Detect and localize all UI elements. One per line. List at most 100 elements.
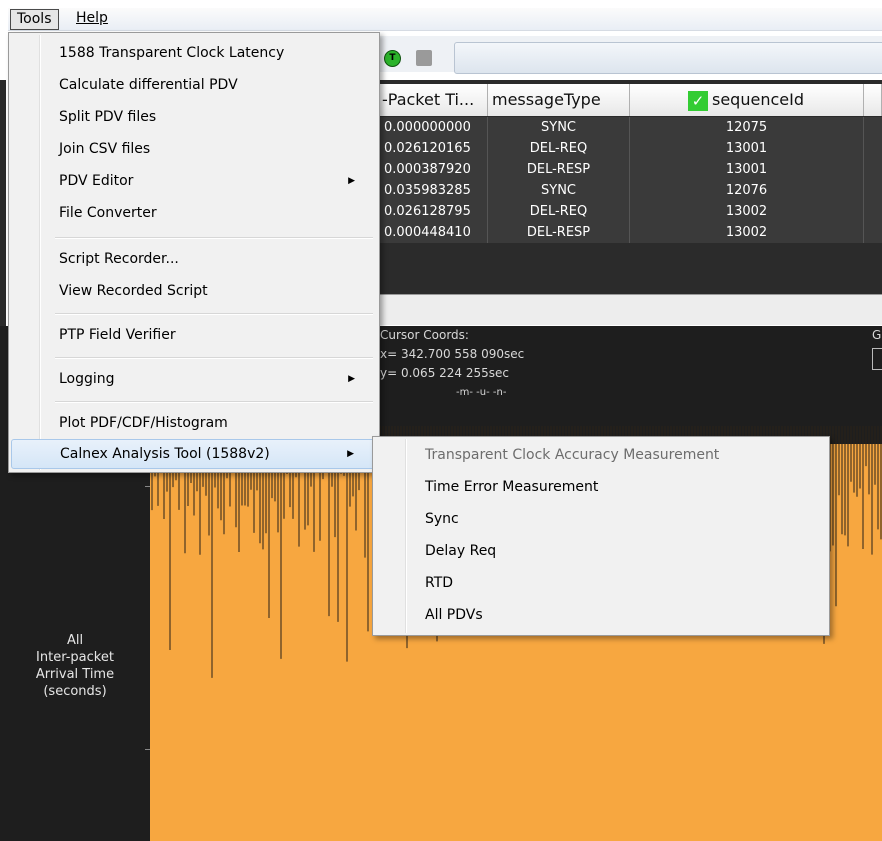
table-cell: 0.000448410 <box>378 222 488 243</box>
menu-item-transparent-clock-accuracy: Transparent Clock Accuracy Measurement <box>375 441 827 471</box>
y-axis-label-line: Arrival Time <box>35 667 115 682</box>
table-cell: 0.035983285 <box>378 180 488 201</box>
table-cell: DEL-RESP <box>488 222 630 243</box>
column-header-message-type[interactable]: messageType <box>488 84 630 116</box>
submenu-arrow-icon: ▶ <box>347 449 354 459</box>
menu-item-label: Plot PDF/CDF/Histogram <box>59 415 228 431</box>
calnex-analysis-submenu: Transparent Clock Accuracy Measurement T… <box>372 436 830 636</box>
menu-item-label: Calculate differential PDV <box>59 77 238 93</box>
menu-item-join-csv-files[interactable]: Join CSV files <box>11 135 377 165</box>
menu-item-label: Logging <box>59 371 115 387</box>
menu-item-sync[interactable]: Sync <box>375 505 827 535</box>
menu-item-rtd[interactable]: RTD <box>375 569 827 599</box>
menu-bar-strip <box>8 8 882 31</box>
table-cell: 13002 <box>630 222 864 243</box>
y-axis-label-line: (seconds) <box>43 684 107 699</box>
menu-help-label: Help <box>76 10 108 26</box>
table-cell: 13002 <box>630 201 864 222</box>
toolbar: T <box>378 36 882 74</box>
menu-item-label: PDV Editor <box>59 173 134 189</box>
menu-item-delay-req[interactable]: Delay Req <box>375 537 827 567</box>
menu-item-label: File Converter <box>59 205 157 221</box>
menu-item-label: Join CSV files <box>59 141 151 157</box>
table-cell: 0.026128795 <box>378 201 488 222</box>
packet-table: -Packet Ti... messageType ✓ sequenceId 0.… <box>378 80 882 294</box>
table-row[interactable]: 0.026128795 DEL-REQ 13002 <box>378 201 882 222</box>
submenu-arrow-icon: ▶ <box>348 374 355 384</box>
menu-item-plot-pdf-cdf-histogram[interactable]: Plot PDF/CDF/Histogram <box>11 409 377 439</box>
menu-item-label: Time Error Measurement <box>425 479 599 495</box>
y-axis-label-line: All <box>66 633 84 648</box>
table-cell: DEL-REQ <box>488 138 630 159</box>
menu-item-label: Transparent Clock Accuracy Measurement <box>425 447 720 463</box>
table-row[interactable]: 0.000448410 DEL-RESP 13002 <box>378 222 882 243</box>
menu-separator <box>55 237 373 239</box>
menu-tools[interactable]: Tools <box>10 9 59 30</box>
menu-item-ptp-field-verifier[interactable]: PTP Field Verifier <box>11 321 377 351</box>
table-cell <box>864 159 882 180</box>
table-row[interactable]: 0.035983285 SYNC 12076 <box>378 180 882 201</box>
run-icon[interactable]: T <box>384 50 401 67</box>
menu-item-calnex-analysis-tool[interactable]: Calnex Analysis Tool (1588v2) ▶ <box>11 439 377 469</box>
table-cell <box>864 222 882 243</box>
horizontal-scrollbar[interactable] <box>378 294 882 325</box>
menu-separator <box>55 313 373 315</box>
menu-item-label: Script Recorder... <box>59 251 179 267</box>
cursor-x-value: x= 342.700 558 090sec <box>380 347 525 361</box>
table-cell: SYNC <box>488 180 630 201</box>
table-cell: 0.000000000 <box>378 117 488 138</box>
menu-item-split-pdv-files[interactable]: Split PDV files <box>11 103 377 133</box>
menu-item-script-recorder[interactable]: Script Recorder... <box>11 245 377 275</box>
right-panel-label: G <box>872 328 882 342</box>
table-cell: 12075 <box>630 117 864 138</box>
column-header-sequence-id-label: sequenceId <box>712 90 804 109</box>
check-icon[interactable]: ✓ <box>688 90 708 111</box>
y-axis-label: All Inter-packet Arrival Time (seconds) <box>0 632 150 700</box>
toolbar-segment <box>454 42 882 74</box>
menu-separator <box>55 401 373 403</box>
menu-item-label: Delay Req <box>425 543 497 559</box>
table-cell: 12076 <box>630 180 864 201</box>
cursor-coords: Cursor Coords: x= 342.700 558 090sec y= … <box>380 326 524 402</box>
table-row[interactable]: 0.026120165 DEL-REQ 13001 <box>378 138 882 159</box>
right-panel-control[interactable] <box>872 348 882 370</box>
column-header-extra[interactable] <box>864 84 882 116</box>
menu-item-calculate-differential-pdv[interactable]: Calculate differential PDV <box>11 71 377 101</box>
stop-icon[interactable] <box>416 50 432 66</box>
menu-item-label: 1588 Transparent Clock Latency <box>59 45 285 61</box>
cursor-y-value: y= 0.065 224 255sec <box>380 366 509 380</box>
menu-item-label: RTD <box>425 575 454 591</box>
table-row[interactable]: 0.000387920 DEL-RESP 13001 <box>378 159 882 180</box>
submenu-arrow-icon: ▶ <box>348 176 355 186</box>
menu-item-time-error-measurement[interactable]: Time Error Measurement <box>375 473 827 503</box>
column-header-packet-time[interactable]: -Packet Ti... <box>378 84 488 116</box>
column-header-sequence-id[interactable]: ✓ sequenceId <box>630 84 864 116</box>
menu-help[interactable]: Help <box>70 9 114 28</box>
menu-item-file-converter[interactable]: File Converter <box>11 199 377 229</box>
menu-item-all-pdvs[interactable]: All PDVs <box>375 601 827 631</box>
table-cell: DEL-REQ <box>488 201 630 222</box>
menu-item-view-recorded-script[interactable]: View Recorded Script <box>11 277 377 307</box>
table-cell: 13001 <box>630 159 864 180</box>
tools-menu: 1588 Transparent Clock Latency Calculate… <box>8 32 380 473</box>
cursor-unit-labels: -m- -u- -n- <box>456 387 507 398</box>
menu-item-pdv-editor[interactable]: PDV Editor ▶ <box>11 167 377 197</box>
menu-item-label: View Recorded Script <box>59 283 208 299</box>
menu-item-label: Sync <box>425 511 459 527</box>
table-cell: 13001 <box>630 138 864 159</box>
table-cell: DEL-RESP <box>488 159 630 180</box>
table-cell <box>864 117 882 138</box>
menu-item-logging[interactable]: Logging ▶ <box>11 365 377 395</box>
cursor-coords-title: Cursor Coords: <box>380 328 469 342</box>
menu-bar: Tools Help <box>0 0 882 32</box>
menu-item-transparent-clock-latency[interactable]: 1588 Transparent Clock Latency <box>11 39 377 69</box>
table-row[interactable]: 0.000000000 SYNC 12075 <box>378 117 882 138</box>
table-cell: 0.000387920 <box>378 159 488 180</box>
menu-item-label: Split PDV files <box>59 109 157 125</box>
table-cell <box>864 180 882 201</box>
menu-separator <box>55 357 373 359</box>
menu-item-label: All PDVs <box>425 607 483 623</box>
table-cell: 0.026120165 <box>378 138 488 159</box>
menu-item-label: PTP Field Verifier <box>59 327 176 343</box>
table-cell <box>864 138 882 159</box>
